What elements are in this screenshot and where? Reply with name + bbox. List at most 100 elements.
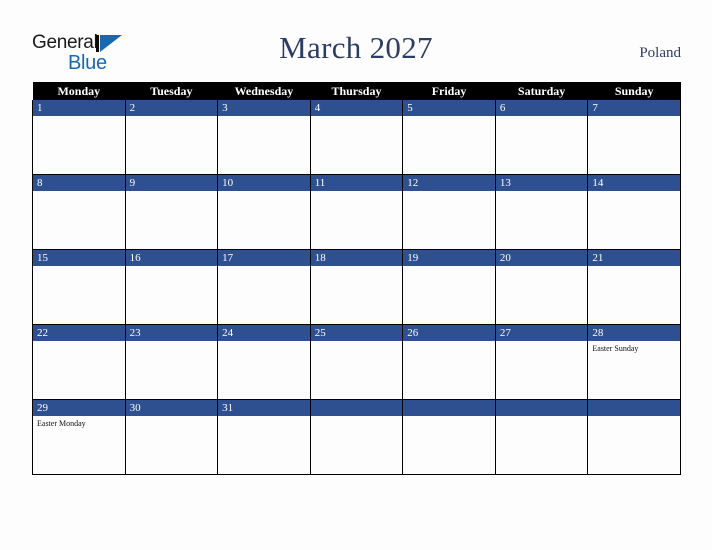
- calendar-day-cell[interactable]: 1: [32, 100, 126, 175]
- page-title: March 2027: [279, 30, 433, 65]
- calendar-week-row: 29 Easter Monday 30 31: [32, 399, 681, 475]
- weekday-header-saturday: Saturday: [495, 82, 588, 100]
- calendar-day-cell[interactable]: 22: [32, 324, 126, 400]
- day-number: 31: [218, 400, 310, 416]
- day-number: 7: [588, 100, 680, 116]
- calendar-day-cell[interactable]: 29 Easter Monday: [32, 399, 126, 475]
- day-cell-body: [311, 341, 403, 399]
- calendar-day-cell[interactable]: 21: [587, 249, 681, 325]
- calendar-day-cell-empty: [587, 399, 681, 475]
- weekday-header-monday: Monday: [32, 82, 126, 100]
- calendar-day-cell-empty: [402, 399, 496, 475]
- day-number: [403, 400, 495, 416]
- day-cell-body: [33, 341, 125, 399]
- calendar-day-cell[interactable]: 15: [32, 249, 126, 325]
- day-number: 9: [125, 175, 218, 191]
- day-cell-body: [403, 191, 495, 249]
- calendar-day-cell[interactable]: 23: [124, 324, 219, 400]
- holiday-label: Easter Sunday: [592, 344, 639, 353]
- calendar-day-cell[interactable]: 14: [587, 174, 681, 250]
- calendar-day-cell[interactable]: 16: [124, 249, 219, 325]
- day-number: [495, 400, 588, 416]
- calendar-day-cell[interactable]: 31: [217, 399, 311, 475]
- calendar-day-cell[interactable]: 18: [309, 249, 404, 325]
- calendar-day-cell[interactable]: 12: [402, 174, 496, 250]
- calendar-day-cell-empty: [309, 399, 404, 475]
- calendar-week-row: 15 16 17 18 19 20 21: [32, 249, 681, 325]
- day-number: 8: [33, 175, 125, 191]
- calendar-day-cell[interactable]: 11: [309, 174, 404, 250]
- calendar-week-row: 1234567: [32, 100, 681, 175]
- day-cell-body: [403, 416, 495, 474]
- day-cell-body: [588, 266, 680, 324]
- calendar-day-cell[interactable]: 20: [494, 249, 589, 325]
- calendar-day-cell[interactable]: 27: [494, 324, 589, 400]
- day-number: 14: [588, 175, 680, 191]
- day-number: 13: [495, 175, 588, 191]
- day-cell-body: [218, 416, 310, 474]
- day-cell-body: [496, 266, 588, 324]
- calendar-day-cell[interactable]: 5: [402, 100, 496, 175]
- day-number: 1: [33, 100, 125, 116]
- calendar-week-row: 8 9 10 11 12 13 14: [32, 174, 681, 250]
- calendar-day-cell[interactable]: 9: [124, 174, 219, 250]
- day-number: [588, 400, 680, 416]
- weekday-header-row: Monday Tuesday Wednesday Thursday Friday…: [32, 82, 681, 100]
- calendar-day-cell[interactable]: 30: [124, 399, 219, 475]
- day-cell-body: [33, 266, 125, 324]
- day-cell-body: [218, 341, 310, 399]
- calendar-day-cell[interactable]: 8: [32, 174, 126, 250]
- day-cell-body: [311, 191, 403, 249]
- calendar-day-cell[interactable]: 6: [494, 100, 589, 175]
- day-number: 6: [495, 100, 588, 116]
- calendar-day-cell[interactable]: 28 Easter Sunday: [587, 324, 681, 400]
- weekday-header-wednesday: Wednesday: [217, 82, 311, 100]
- region-label: Poland: [639, 45, 681, 61]
- day-number: 20: [495, 250, 588, 266]
- calendar-day-cell[interactable]: 10: [217, 174, 311, 250]
- day-number: 12: [403, 175, 495, 191]
- day-cell-body: [496, 191, 588, 249]
- day-cell-body: [403, 266, 495, 324]
- day-cell-body: [218, 266, 310, 324]
- calendar-day-cell[interactable]: 17: [217, 249, 311, 325]
- day-number: 30: [125, 400, 218, 416]
- calendar-day-cell[interactable]: 24: [217, 324, 311, 400]
- day-cell-body: [403, 341, 495, 399]
- day-number: 2: [125, 100, 218, 116]
- page-header: General Blue March 2027 Poland: [0, 0, 712, 82]
- calendar-day-cell[interactable]: 13: [494, 174, 589, 250]
- weekday-header-friday: Friday: [402, 82, 496, 100]
- day-cell-body: [311, 116, 403, 174]
- day-number: 23: [125, 325, 218, 341]
- weekday-header-thursday: Thursday: [310, 82, 403, 100]
- day-number: 5: [403, 100, 495, 116]
- day-number: 21: [588, 250, 680, 266]
- calendar-day-cell[interactable]: 2: [124, 100, 219, 175]
- weekday-header-tuesday: Tuesday: [125, 82, 218, 100]
- day-cell-body: [218, 191, 310, 249]
- day-number: 29: [33, 400, 125, 416]
- day-number: 10: [218, 175, 310, 191]
- calendar-day-cell[interactable]: 7: [587, 100, 681, 175]
- day-number: 27: [495, 325, 588, 341]
- day-cell-body: [588, 416, 680, 474]
- calendar-week-row: 22 23 24 25 26 27 28 Easter Sunday: [32, 324, 681, 400]
- calendar-day-cell[interactable]: 4: [309, 100, 404, 175]
- calendar-day-cell[interactable]: 19: [402, 249, 496, 325]
- calendar-body: 1 2 3 4 5 6 7 8 9 10 11 12 13 14 15 16 17 18 19 20 21 22 23 24 2…: [32, 100, 681, 475]
- day-number: 19: [403, 250, 495, 266]
- day-cell-body: [126, 341, 218, 399]
- calendar-day-cell[interactable]: 25: [309, 324, 404, 400]
- day-number: 28: [588, 325, 680, 341]
- calendar-day-cell[interactable]: 3: [217, 100, 311, 175]
- day-cell-body: [311, 416, 403, 474]
- day-cell-body: [311, 266, 403, 324]
- holiday-label: Easter Monday: [37, 419, 86, 428]
- calendar-day-cell[interactable]: 26: [402, 324, 496, 400]
- day-number: 16: [125, 250, 218, 266]
- day-number: 22: [33, 325, 125, 341]
- day-cell-body: [126, 116, 218, 174]
- day-number: 4: [310, 100, 403, 116]
- day-cell-body: Easter Sunday: [588, 341, 680, 399]
